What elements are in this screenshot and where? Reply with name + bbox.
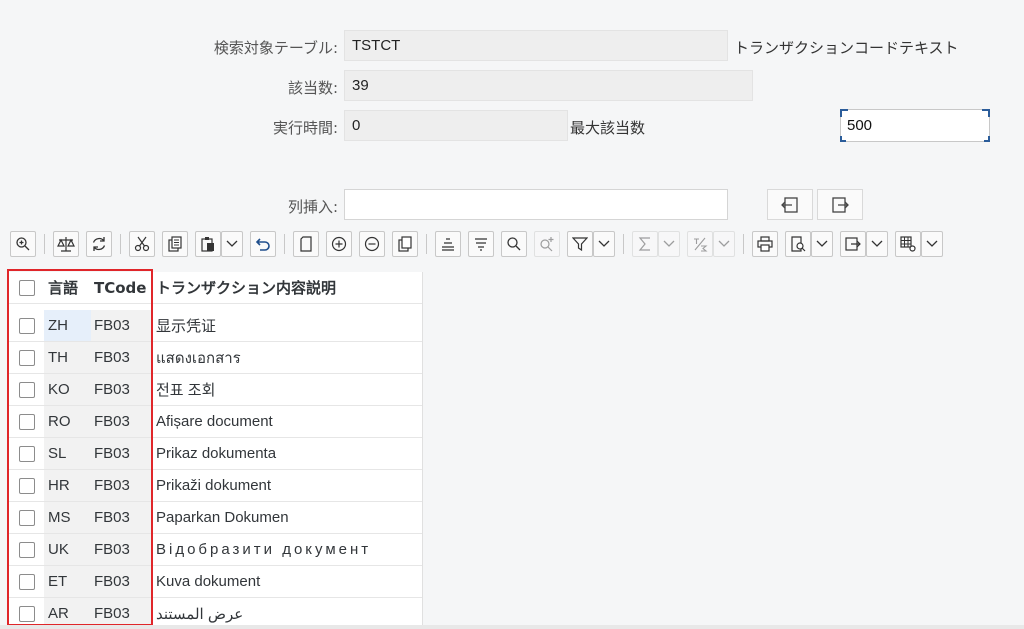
remove-row-icon bbox=[364, 236, 380, 252]
paste-dropdown[interactable] bbox=[221, 231, 243, 257]
table-description: トランザクションコードテキスト bbox=[734, 39, 959, 57]
find-button[interactable] bbox=[501, 231, 527, 257]
copy-row-button[interactable] bbox=[392, 231, 418, 257]
subtotal-dropdown[interactable] bbox=[713, 231, 735, 257]
chevron-down-icon bbox=[226, 240, 238, 247]
max-input-corner-bl bbox=[840, 136, 846, 142]
description-cell[interactable]: Prikaz dokumenta bbox=[153, 438, 423, 469]
description-cell[interactable]: Paparkan Dokumen bbox=[153, 502, 423, 533]
print-icon bbox=[757, 236, 773, 252]
export-button[interactable] bbox=[840, 231, 866, 257]
sum-icon bbox=[638, 237, 650, 251]
grid-toolbar bbox=[0, 226, 1024, 262]
chevron-down-icon bbox=[926, 240, 938, 247]
chevron-down-icon bbox=[718, 240, 730, 247]
paste-button[interactable] bbox=[195, 231, 221, 257]
description-cell[interactable]: Prikaži dokument bbox=[153, 470, 423, 501]
description-cell[interactable]: แสดงเอกสาร bbox=[153, 342, 423, 373]
chevron-down-icon bbox=[816, 240, 828, 247]
add-row-icon bbox=[331, 236, 347, 252]
count-label: 該当数: bbox=[287, 79, 338, 97]
time-field: 0 bbox=[344, 110, 568, 141]
toolbar-separator bbox=[44, 234, 45, 254]
insert-right-button[interactable] bbox=[817, 189, 863, 220]
chevron-down-icon bbox=[871, 240, 883, 247]
insert-left-button[interactable] bbox=[767, 189, 813, 220]
subtotal-button[interactable] bbox=[687, 231, 713, 257]
max-input-corner-br bbox=[984, 136, 990, 142]
highlight-frame bbox=[7, 269, 153, 626]
undo-icon bbox=[255, 238, 270, 251]
max-hits-input[interactable]: 500 bbox=[840, 109, 990, 142]
insert-right-icon bbox=[832, 196, 849, 213]
view-dropdown[interactable] bbox=[811, 231, 833, 257]
column-header-description[interactable]: トランザクション内容説明 bbox=[153, 272, 423, 303]
layout-dropdown[interactable] bbox=[921, 231, 943, 257]
undo-button[interactable] bbox=[250, 231, 276, 257]
cut-icon bbox=[134, 236, 150, 252]
max-hits-label: 最大該当数 bbox=[570, 119, 646, 137]
bottom-border bbox=[0, 625, 1024, 629]
count-field: 39 bbox=[344, 70, 753, 101]
insert-row-button[interactable] bbox=[326, 231, 352, 257]
toolbar-separator bbox=[120, 234, 121, 254]
view-button[interactable] bbox=[785, 231, 811, 257]
sum-dropdown[interactable] bbox=[658, 231, 680, 257]
description-cell[interactable]: 전표 조회 bbox=[153, 374, 423, 405]
toolbar-separator bbox=[623, 234, 624, 254]
zoom-button[interactable] bbox=[10, 231, 36, 257]
export-icon bbox=[845, 237, 861, 251]
toolbar-separator bbox=[284, 234, 285, 254]
description-cell[interactable]: 显示凭证 bbox=[153, 310, 423, 341]
grid-column-divider bbox=[422, 272, 423, 629]
insert-column-field[interactable] bbox=[344, 189, 728, 220]
refresh-button[interactable] bbox=[86, 231, 112, 257]
new-page-button[interactable] bbox=[293, 231, 319, 257]
description-cell[interactable]: Kuva dokument bbox=[153, 566, 423, 597]
filter-icon bbox=[572, 237, 588, 252]
zoom-icon bbox=[16, 237, 30, 251]
table-field[interactable]: TSTCT bbox=[344, 30, 728, 61]
find-next-icon bbox=[540, 237, 554, 252]
copy-icon bbox=[168, 236, 182, 252]
sum-button[interactable] bbox=[632, 231, 658, 257]
filter-dropdown[interactable] bbox=[593, 231, 615, 257]
description-cell[interactable]: Відобразити документ bbox=[153, 534, 423, 565]
table-label: 検索対象テーブル: bbox=[213, 39, 338, 57]
layout-button[interactable] bbox=[895, 231, 921, 257]
sort-asc-icon bbox=[442, 238, 454, 251]
refresh-icon bbox=[92, 237, 106, 251]
find-next-button[interactable] bbox=[534, 231, 560, 257]
sort-desc-button[interactable] bbox=[468, 231, 494, 257]
filter-button[interactable] bbox=[567, 231, 593, 257]
delete-row-button[interactable] bbox=[359, 231, 385, 257]
layout-icon bbox=[900, 236, 916, 252]
chevron-down-icon bbox=[663, 240, 675, 247]
toolbar-separator bbox=[743, 234, 744, 254]
compare-button[interactable] bbox=[53, 231, 79, 257]
paste-icon bbox=[201, 237, 214, 252]
find-icon bbox=[507, 237, 521, 251]
print-button[interactable] bbox=[752, 231, 778, 257]
balance-icon bbox=[57, 237, 75, 252]
export-dropdown[interactable] bbox=[866, 231, 888, 257]
view-icon bbox=[791, 236, 806, 252]
insert-left-icon bbox=[781, 196, 798, 213]
description-cell[interactable]: Afișare document bbox=[153, 406, 423, 437]
time-label: 実行時間: bbox=[272, 119, 338, 137]
sort-desc-icon bbox=[475, 238, 487, 251]
copy-button[interactable] bbox=[162, 231, 188, 257]
insert-column-label: 列挿入: bbox=[287, 198, 338, 216]
copy-row-icon bbox=[398, 236, 412, 252]
cut-button[interactable] bbox=[129, 231, 155, 257]
chevron-down-icon bbox=[598, 240, 610, 247]
sort-asc-button[interactable] bbox=[435, 231, 461, 257]
subtotal-icon bbox=[694, 237, 708, 252]
new-page-icon bbox=[300, 236, 312, 252]
toolbar-separator bbox=[426, 234, 427, 254]
